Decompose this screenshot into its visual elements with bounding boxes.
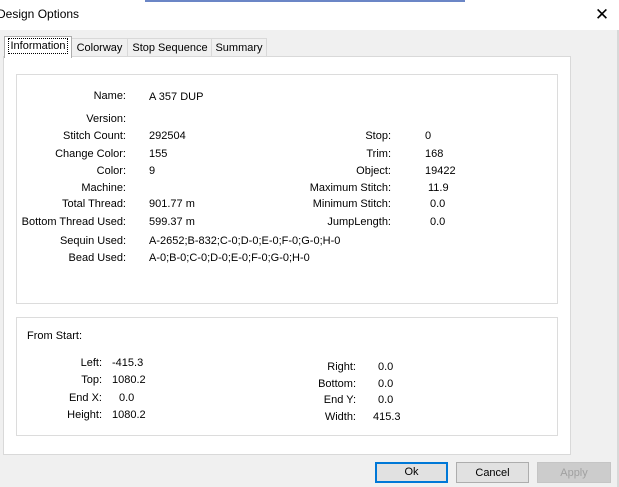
window-title: Design Options [0, 7, 80, 21]
top-label: Top: [81, 374, 102, 386]
object-value: 19422 [425, 165, 456, 177]
total-thread-value: 901.77 m [149, 198, 195, 210]
end-x-label: End X: [68, 392, 102, 404]
stitch-count-value: 292504 [149, 130, 186, 142]
color-label: Color: [96, 165, 126, 177]
background-window-strip [145, 0, 465, 2]
bottom-thread-value: 599.37 m [149, 216, 195, 228]
version-label: Version: [86, 113, 126, 125]
maximum-stitch-value: 11.9 [428, 182, 449, 194]
tab-stop-sequence[interactable]: Stop Sequence [127, 38, 213, 57]
left-label: Left: [80, 357, 102, 369]
tab-information[interactable]: Information [4, 36, 72, 58]
jump-length-value: 0.0 [430, 216, 446, 228]
trim-label: Trim: [366, 148, 391, 160]
sequin-used-label: Sequin Used: [59, 235, 126, 247]
stop-value: 0 [425, 130, 432, 142]
bead-used-value: A-0;B-0;C-0;D-0;E-0;F-0;G-0;H-0 [149, 252, 310, 264]
maximum-stitch-label: Maximum Stitch: [309, 182, 391, 194]
end-y-label: End Y: [323, 394, 356, 406]
close-icon[interactable]: ✕ [589, 2, 615, 28]
color-value: 9 [149, 165, 156, 177]
top-value: 1080.2 [112, 374, 146, 386]
stitch-count-label: Stitch Count: [63, 130, 126, 142]
change-color-value: 155 [149, 148, 168, 160]
minimum-stitch-label: Minimum Stitch: [312, 198, 391, 210]
right-value: 0.0 [378, 361, 394, 373]
from-start-heading: From Start: [27, 330, 83, 342]
cancel-button[interactable]: Cancel [456, 462, 529, 483]
stop-label: Stop: [365, 130, 391, 142]
bead-used-label: Bead Used: [68, 252, 126, 264]
apply-button[interactable]: Apply [537, 462, 611, 483]
width-value: 415.3 [373, 411, 401, 423]
height-label: Height: [67, 409, 102, 421]
end-y-value: 0.0 [378, 394, 394, 406]
machine-label: Machine: [81, 182, 126, 194]
name-value: A 357 DUP [149, 91, 204, 103]
bottom-label: Bottom: [318, 378, 356, 390]
right-label: Right: [327, 361, 356, 373]
width-label: Width: [324, 411, 356, 423]
minimum-stitch-value: 0.0 [430, 198, 446, 210]
tab-label: Colorway [76, 42, 123, 54]
jump-length-label: JumpLength: [327, 216, 391, 228]
tab-summary[interactable]: Summary [211, 38, 267, 57]
tab-label: Information [8, 38, 68, 54]
tab-label: Stop Sequence [132, 42, 208, 54]
sequin-used-value: A-2652;B-832;C-0;D-0;E-0;F-0;G-0;H-0 [149, 235, 341, 247]
trim-value: 168 [425, 148, 444, 160]
bottom-value: 0.0 [378, 378, 394, 390]
name-label: Name: [93, 90, 126, 102]
title-bar: Design Options ✕ [0, 0, 619, 30]
total-thread-label: Total Thread: [61, 198, 126, 210]
height-value: 1080.2 [112, 409, 146, 421]
end-x-value: 0.0 [119, 392, 135, 404]
tab-colorway[interactable]: Colorway [70, 38, 129, 57]
tab-label: Summary [215, 42, 263, 54]
change-color-label: Change Color: [55, 148, 126, 160]
left-value: -415.3 [112, 357, 144, 369]
bottom-thread-label: Bottom Thread Used: [21, 216, 126, 228]
ok-button[interactable]: Ok [375, 462, 448, 483]
object-label: Object: [356, 165, 391, 177]
